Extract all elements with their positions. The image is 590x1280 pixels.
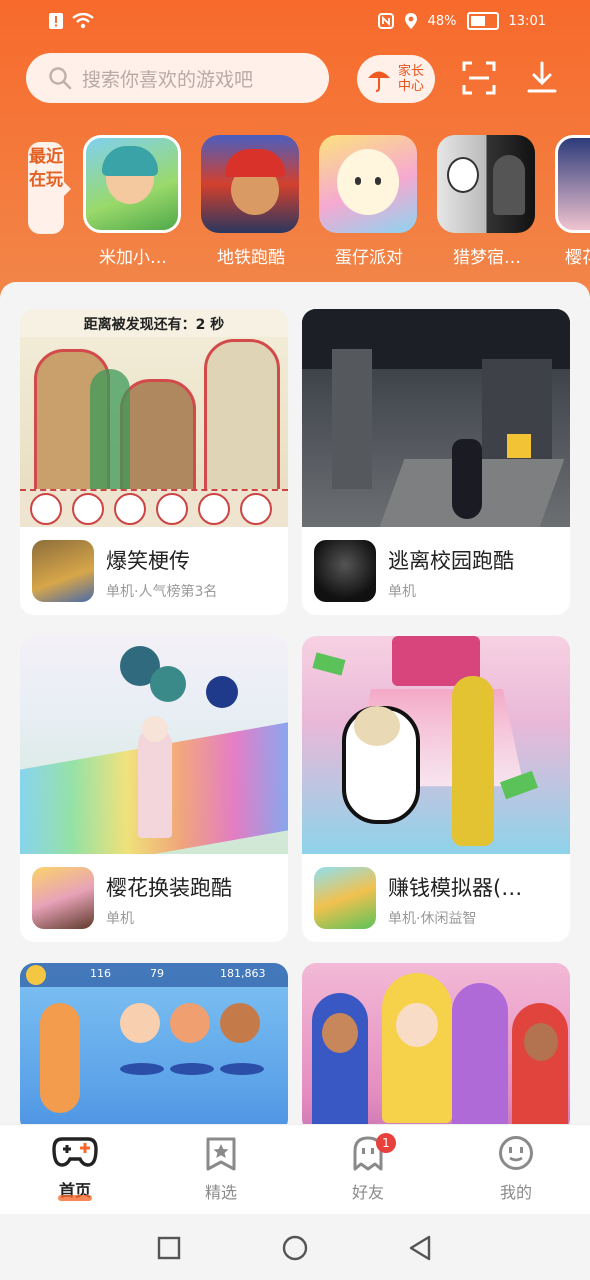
- tab-featured[interactable]: 精选: [171, 1135, 271, 1203]
- tab-label: 精选: [204, 1183, 237, 1202]
- recent-played-tag: 最近在玩: [28, 142, 71, 234]
- umbrella-icon: [368, 71, 390, 92]
- game-icon-dream: [437, 135, 535, 233]
- back-button[interactable]: [408, 1235, 432, 1261]
- search-input[interactable]: 搜索你喜欢的游戏吧: [26, 53, 329, 103]
- game-icon-sakura: [555, 135, 590, 233]
- nfc-icon: [377, 13, 394, 29]
- game-feed: 距离被发现还有：2 秒 爆笑梗传 单机·人气榜第3名 逃离校园跑酷 单机 樱花换…: [0, 282, 590, 1124]
- game-card[interactable]: 距离被发现还有：2 秒 爆笑梗传 单机·人气榜第3名: [20, 309, 288, 615]
- tab-label: 我的: [499, 1183, 532, 1202]
- recent-game-name: 樱花: [565, 248, 590, 268]
- game-banner: 距离被发现还有：2 秒: [20, 309, 288, 527]
- countdown-text: 距离被发现还有：2 秒: [83, 317, 225, 333]
- recent-game-3[interactable]: 蛋仔派对: [319, 135, 419, 268]
- recent-game-name: 米加小…: [99, 248, 167, 268]
- game-card[interactable]: 逃离校园跑酷 单机: [302, 309, 570, 615]
- recent-game-5[interactable]: 樱花: [555, 135, 590, 268]
- game-icon-subway: [201, 135, 299, 233]
- search-icon: [49, 67, 72, 90]
- tab-home[interactable]: 首页: [25, 1135, 125, 1201]
- tab-profile[interactable]: 我的: [466, 1135, 566, 1203]
- game-subtitle: 单机·休闲益智: [388, 911, 477, 927]
- recent-game-1[interactable]: 米加小…: [83, 135, 183, 268]
- tab-friends[interactable]: 1 好友: [318, 1133, 418, 1203]
- game-banner: [20, 636, 288, 854]
- recent-game-4[interactable]: 猎梦宿…: [437, 135, 537, 268]
- recents-button[interactable]: [157, 1236, 181, 1260]
- game-subtitle: 单机·人气榜第3名: [106, 584, 218, 600]
- game-icon: [32, 540, 94, 602]
- wifi-icon: [72, 13, 94, 29]
- game-subtitle: 单机: [106, 911, 134, 927]
- bottom-tab-bar: 首页 精选 1 好友 我的: [0, 1124, 590, 1215]
- parent-center-button[interactable]: 家长中心: [357, 55, 435, 103]
- star-icon: [206, 1137, 236, 1171]
- sim-alert-icon: [49, 13, 63, 29]
- battery-icon: [466, 12, 499, 30]
- clock: 13:01: [508, 13, 546, 29]
- game-banner: 116 79 181,863: [20, 963, 288, 1124]
- gamepad-icon: [52, 1137, 98, 1167]
- game-icon: [314, 867, 376, 929]
- game-card[interactable]: 樱花换装跑酷 单机: [20, 636, 288, 942]
- game-title: 爆笑梗传: [106, 549, 190, 573]
- tab-label: 好友: [351, 1183, 384, 1202]
- recent-game-name: 地铁跑酷: [217, 248, 285, 268]
- location-icon: [404, 13, 417, 29]
- parent-center-label: 家长中心: [397, 64, 424, 94]
- home-button[interactable]: [282, 1235, 308, 1261]
- game-title: 逃离校园跑酷: [388, 549, 514, 573]
- game-banner: [302, 636, 570, 854]
- search-placeholder: 搜索你喜欢的游戏吧: [82, 68, 254, 91]
- game-icon: [314, 540, 376, 602]
- battery-percent: 48%: [427, 13, 457, 29]
- game-icon-miga: [83, 135, 181, 233]
- game-card[interactable]: 赚钱模拟器(… 单机·休闲益智: [302, 636, 570, 942]
- game-icon-eggy: [319, 135, 417, 233]
- game-banner: [302, 963, 570, 1124]
- game-title: 赚钱模拟器(…: [388, 876, 523, 900]
- stat-coins: 181,863: [220, 967, 266, 980]
- game-card[interactable]: 116 79 181,863: [20, 963, 288, 1124]
- download-icon[interactable]: [524, 60, 560, 96]
- stat-stars: 79: [150, 967, 164, 980]
- scan-icon[interactable]: [461, 60, 497, 96]
- game-icon: [32, 867, 94, 929]
- recent-game-name: 猎梦宿…: [453, 248, 521, 268]
- recent-game-2[interactable]: 地铁跑酷: [201, 135, 301, 268]
- notification-badge: 1: [376, 1133, 396, 1153]
- recent-game-name: 蛋仔派对: [335, 248, 403, 268]
- game-title: 樱花换装跑酷: [106, 876, 232, 900]
- game-banner: [302, 309, 570, 527]
- system-nav-bar: [0, 1214, 590, 1280]
- game-subtitle: 单机: [388, 584, 416, 600]
- stat-gems: 116: [90, 967, 111, 980]
- face-icon: [499, 1136, 533, 1170]
- status-bar: 48% 13:01: [0, 8, 590, 38]
- game-card[interactable]: [302, 963, 570, 1124]
